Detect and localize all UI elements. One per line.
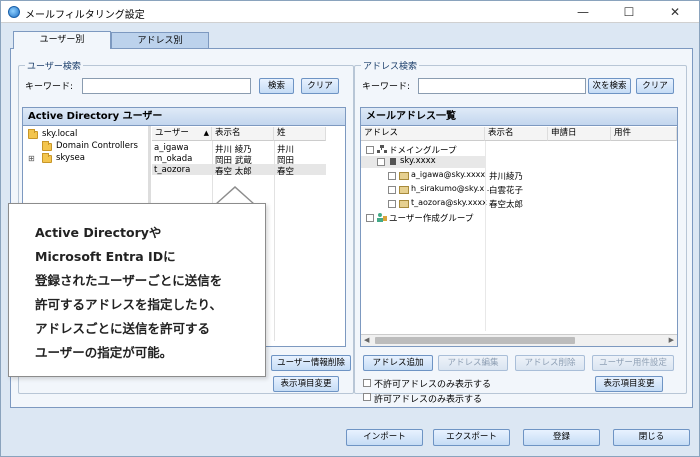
mail-change-display-items-button[interactable]: 表示項目変更 [595,376,663,392]
expand-plus-icon[interactable]: ⊞ [28,154,35,163]
cell-user: m_okada [154,154,193,164]
domain-icon [388,157,398,166]
callout-line: 許可するアドレスを指定したり、 [35,297,223,312]
column-header-display-name[interactable]: 表示名 [212,127,274,141]
mail-address-panel: メールアドレス一覧 アドレス 表示名 申請日 用件 ドメイングループ sky.x… [360,107,678,347]
column-header-request-date[interactable]: 申請日 [548,127,611,141]
tree-item-domain-group: ドメイングループ [389,146,457,156]
only-disallowed-checkbox[interactable] [363,379,371,387]
address-keyword-input[interactable] [418,78,586,94]
next-search-button[interactable]: 次を検索 [588,78,631,94]
list-item[interactable]: sky.xxxx [361,156,485,168]
feature-callout: Active Directoryや Microsoft Entra IDに 登録… [8,203,266,377]
column-header-user-label: ユーザー [155,128,189,138]
folder-icon [42,141,52,151]
callout-line: アドレスごとに送信を許可する [35,321,211,336]
tree-splitter[interactable] [148,126,151,206]
only-disallowed-label: 不許可アドレスのみ表示する [374,380,492,390]
user-search-group-label: ユーザー検索 [25,59,83,72]
tree-item-sky-local[interactable]: sky.local [42,129,77,139]
user-search-button[interactable]: 検索 [259,78,294,94]
domain-group-icon [377,145,387,154]
only-allowed-label: 許可アドレスのみ表示する [374,395,483,405]
tree-item-domain-controllers[interactable]: Domain Controllers [56,141,138,151]
scroll-thumb[interactable] [375,337,575,344]
maximize-button[interactable]: ☐ [607,1,651,23]
checkbox[interactable] [366,214,374,222]
checkbox[interactable] [388,186,396,194]
domain-folder-icon [28,129,38,139]
callout-line: Active Directoryや [35,225,162,240]
column-header-last-name[interactable]: 姓 [274,127,326,141]
user-clear-button[interactable]: クリア [301,78,339,94]
tree-item-address: t_aozora@sky.xxxx [411,198,487,207]
close-button[interactable]: 閉じる [613,429,690,446]
cell-display-name: 白雲花子 [489,186,524,196]
window-title: メールフィルタリング設定 [25,10,145,21]
sort-asc-icon: ▲ [203,129,209,137]
address-search-group: アドレス検索 キーワード: 次を検索 クリア メールアドレス一覧 アドレス 表示… [354,59,687,405]
register-button[interactable]: 登録 [523,429,600,446]
mail-address-icon [399,172,409,180]
checkbox[interactable] [366,146,374,154]
column-header-address[interactable]: アドレス [361,127,485,141]
cell-display-name: 春空 太郎 [215,167,252,177]
checkbox[interactable] [377,158,385,166]
callout-line: 登録されたユーザーごとに送信を [35,273,223,288]
callout-line: ユーザーの指定が可能。 [35,345,173,360]
cell-display-name: 井川綾乃 [489,172,524,182]
minimize-button[interactable]: — [561,1,605,23]
edit-address-button[interactable]: アドレス編集 [438,355,508,371]
delete-user-info-button[interactable]: ユーザー情報削除 [271,355,351,371]
user-group-icon [377,213,387,222]
tree-item-address: a_igawa@sky.xxxx [411,170,486,179]
user-requirement-settings-button[interactable]: ユーザー用件設定 [592,355,674,371]
cell-last-name: 春空 [277,167,295,177]
checkbox[interactable] [388,200,396,208]
active-directory-header: Active Directory ユーザー [23,108,345,126]
table-row[interactable]: t_aozora 春空 太郎 春空 [152,164,326,177]
only-allowed-checkbox[interactable] [363,393,371,401]
delete-address-button[interactable]: アドレス削除 [515,355,585,371]
column-header-display-name[interactable]: 表示名 [485,127,548,141]
scroll-right-icon[interactable]: ▶ [669,336,674,344]
tab-by-address[interactable]: アドレス別 [111,32,209,49]
user-keyword-label: キーワード: [25,82,74,92]
column-divider [274,141,275,341]
checkbox[interactable] [388,172,396,180]
tree-item-skysea[interactable]: skysea [56,153,85,163]
column-divider [485,141,486,331]
address-keyword-label: キーワード: [362,82,411,92]
address-clear-button[interactable]: クリア [636,78,674,94]
mail-address-icon [399,200,409,208]
callout-line: Microsoft Entra IDに [35,249,176,264]
column-header-user[interactable]: ユーザー ▲ [152,127,212,141]
app-icon [8,6,20,18]
title-bar: メールフィルタリング設定 — ☐ ✕ [1,1,699,23]
add-address-button[interactable]: アドレス追加 [363,355,433,371]
mail-filtering-settings-window: メールフィルタリング設定 — ☐ ✕ ユーザー別 アドレス別 ユーザー検索 キー… [0,0,700,457]
mail-address-icon [399,186,409,194]
column-header-requirement[interactable]: 用件 [611,127,677,141]
horizontal-scrollbar[interactable]: ◀ ▶ [361,334,677,346]
callout-pointer-fill [217,188,253,204]
import-button[interactable]: インポート [346,429,423,446]
user-keyword-input[interactable] [82,78,251,94]
folder-icon [42,153,52,163]
mail-address-header: メールアドレス一覧 [361,108,677,126]
tree-item-user-created-group: ユーザー作成グループ [389,214,474,224]
address-search-group-label: アドレス検索 [361,59,420,72]
cell-user: t_aozora [154,165,191,175]
ad-change-display-items-button[interactable]: 表示項目変更 [273,376,339,392]
tree-item-address: h_sirakumo@sky.x... [411,184,492,193]
export-button[interactable]: エクスポート [433,429,510,446]
tree-item-sky-domain: sky.xxxx [400,156,436,166]
tab-by-user[interactable]: ユーザー別 [13,31,111,49]
cell-display-name: 春空太郎 [489,200,524,210]
scroll-left-icon[interactable]: ◀ [364,336,369,344]
cell-user: a_igawa [154,143,189,153]
close-window-button[interactable]: ✕ [653,1,697,23]
